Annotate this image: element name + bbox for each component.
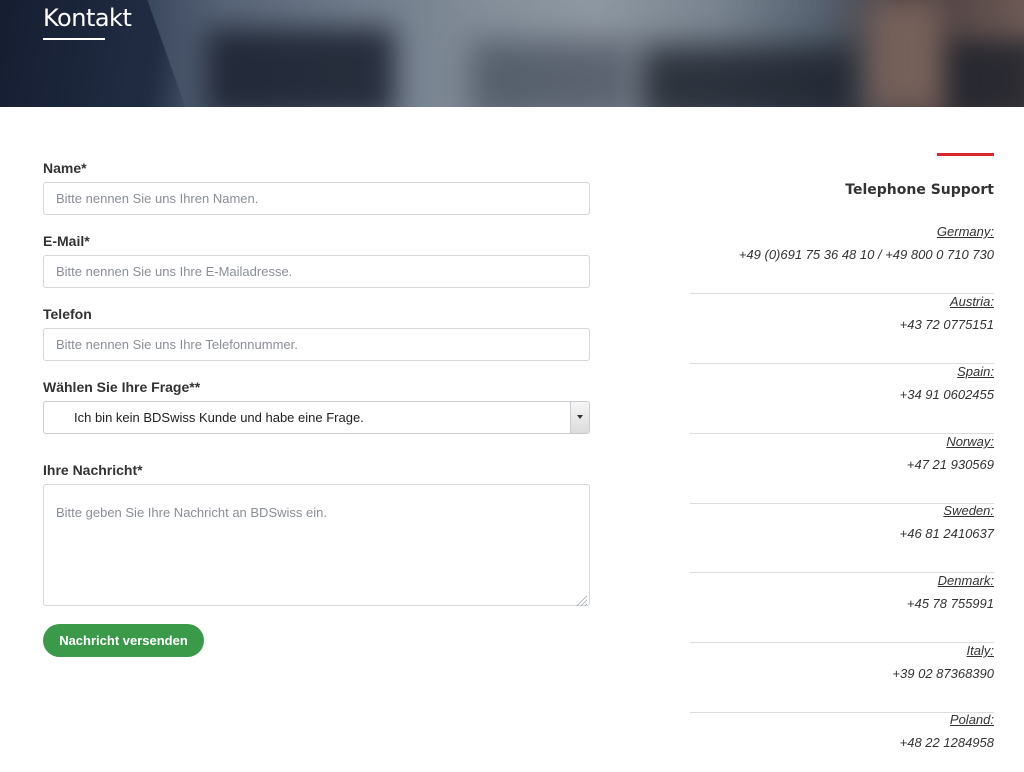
support-item-austria: Austria: +43 72 0775151: [690, 294, 994, 364]
question-label: Wählen Sie Ihre Frage**: [43, 379, 201, 395]
country-phone: +46 81 2410637: [899, 526, 994, 541]
name-input[interactable]: [43, 182, 590, 215]
submit-button[interactable]: Nachricht versenden: [43, 624, 204, 657]
country-name: Spain:: [957, 364, 994, 379]
email-input[interactable]: [43, 255, 590, 288]
country-phone: +39 02 87368390: [892, 666, 994, 681]
country-phone: +45 78 755991: [906, 596, 994, 611]
country-name: Denmark:: [937, 573, 994, 588]
chevron-down-icon[interactable]: [570, 402, 589, 433]
message-label: Ihre Nachricht*: [43, 462, 143, 478]
support-item-germany: Germany: +49 (0)691 75 36 48 10 / +49 80…: [690, 224, 994, 294]
support-item-denmark: Denmark: +45 78 755991: [690, 573, 994, 643]
country-name: Austria:: [949, 294, 994, 309]
phone-label: Telefon: [43, 306, 92, 322]
support-item-norway: Norway: +47 21 930569: [690, 434, 994, 504]
country-phone: +34 91 0602455: [899, 387, 994, 402]
support-item-sweden: Sweden: +46 81 2410637: [690, 503, 994, 573]
country-name: Germany:: [936, 224, 994, 239]
country-name: Poland:: [949, 712, 994, 727]
support-item-italy: Italy: +39 02 87368390: [690, 643, 994, 713]
name-label: Name*: [43, 160, 87, 176]
question-select-value: Ich bin kein BDSwiss Kunde und habe eine…: [74, 410, 364, 425]
country-name: Sweden:: [943, 503, 994, 518]
hero-banner: Kontakt: [0, 0, 1024, 107]
message-textarea[interactable]: [43, 484, 590, 606]
accent-bar: [937, 153, 994, 156]
question-select[interactable]: Ich bin kein BDSwiss Kunde und habe eine…: [43, 401, 590, 434]
page-title: Kontakt: [43, 4, 132, 32]
country-phone: +47 21 930569: [906, 457, 994, 472]
country-phone: +43 72 0775151: [899, 317, 994, 332]
support-item-poland: Poland: +48 22 1284958: [690, 712, 994, 772]
country-phone: +48 22 1284958: [899, 735, 994, 750]
support-item-spain: Spain: +34 91 0602455: [690, 364, 994, 434]
country-phone: +49 (0)691 75 36 48 10 / +49 800 0 710 7…: [738, 247, 994, 262]
phone-input[interactable]: [43, 328, 590, 361]
email-label: E-Mail*: [43, 233, 90, 249]
country-name: Norway:: [946, 434, 994, 449]
title-underline: [43, 38, 105, 40]
resize-grip-icon[interactable]: [575, 594, 587, 606]
support-title: Telephone Support: [845, 182, 994, 198]
country-name: Italy:: [966, 643, 994, 658]
